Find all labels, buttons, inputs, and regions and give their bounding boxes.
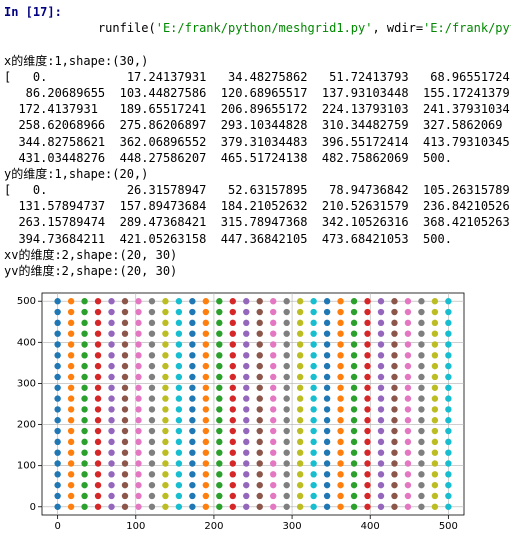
svg-text:200: 200 [204,521,223,532]
input-code: runfile('E:/frank/python/meshgrid1.py', … [69,4,511,53]
stdout-output: x的维度:1,shape:(30,) [ 0. 17.24137931 34.4… [4,53,507,280]
meshgrid-plot: 0 100 200 300 400 500 0 100 200 300 400 500 [4,285,507,545]
svg-text:0: 0 [54,521,60,532]
svg-text:400: 400 [17,338,36,349]
svg-text:400: 400 [361,521,380,532]
svg-text:500: 500 [17,296,36,307]
svg-text:100: 100 [126,521,145,532]
input-prompt: In [17]: [4,4,69,53]
svg-text:300: 300 [17,379,36,390]
string-arg-2: 'E:/frank/python' [423,21,511,35]
cmd-prefix: runfile( [98,21,156,35]
input-cell: In [17]: runfile('E:/frank/python/meshgr… [4,4,507,53]
svg-text:500: 500 [439,521,458,532]
string-arg-1: 'E:/frank/python/meshgrid1.py' [156,21,373,35]
svg-text:0: 0 [30,502,36,513]
svg-text:200: 200 [17,420,36,431]
cmd-sep: , wdir= [372,21,423,35]
svg-text:100: 100 [17,461,36,472]
svg-text:300: 300 [283,521,302,532]
